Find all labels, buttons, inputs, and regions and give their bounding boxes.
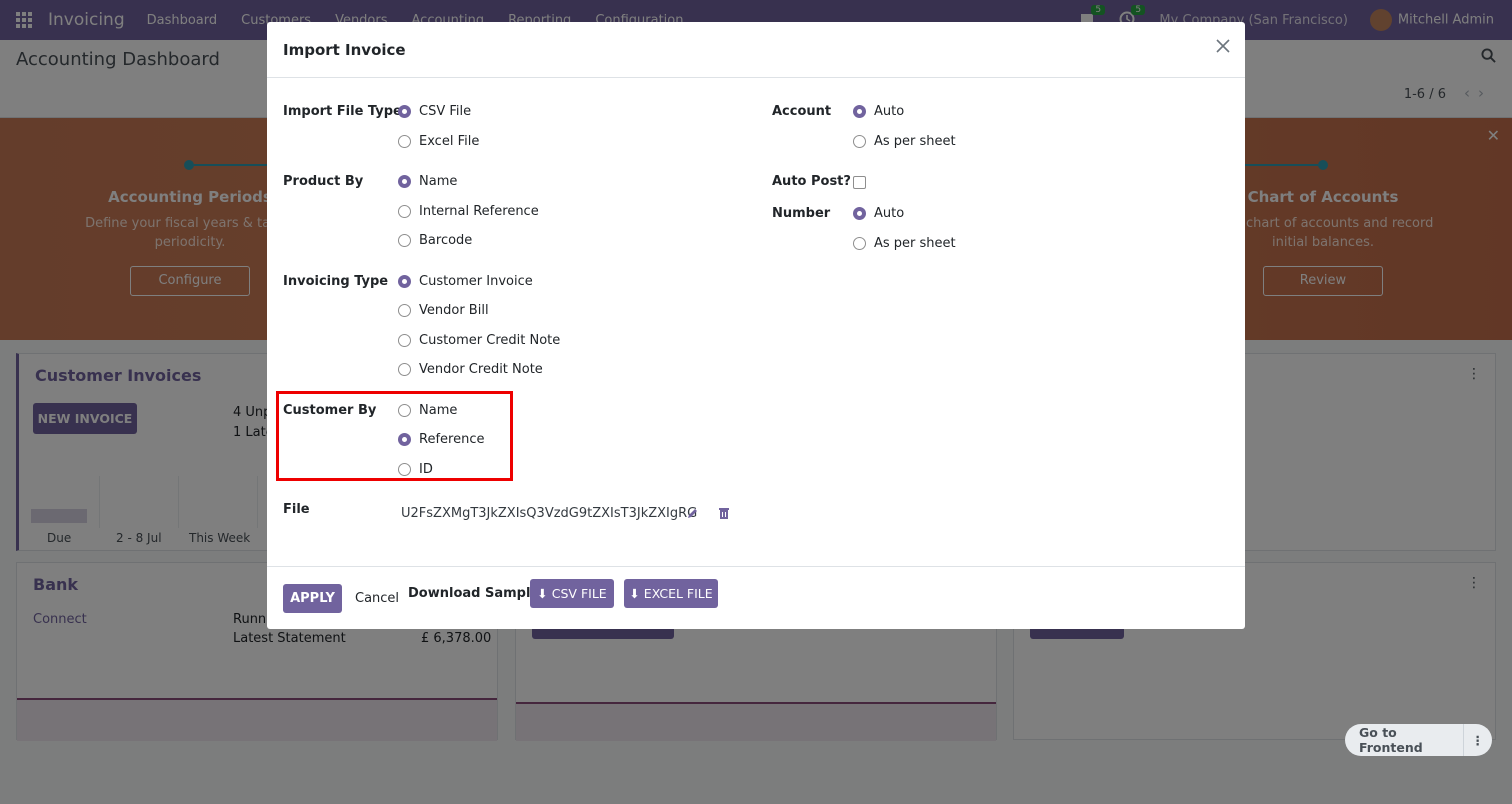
radio-product-name[interactable]: Name <box>398 174 457 189</box>
radio-icon <box>398 463 411 476</box>
radio-icon <box>398 234 411 247</box>
account-label: Account <box>772 104 832 119</box>
radio-checked-icon <box>398 433 411 446</box>
radio-icon <box>398 205 411 218</box>
radio-account-as-per-sheet[interactable]: As per sheet <box>853 134 956 149</box>
radio-customer-reference[interactable]: Reference <box>398 432 484 447</box>
radio-label: ID <box>419 462 433 477</box>
radio-icon <box>398 304 411 317</box>
radio-label: Reference <box>419 432 485 447</box>
radio-number-as-per-sheet[interactable]: As per sheet <box>853 236 956 251</box>
button-label: Go to Frontend <box>1359 725 1423 755</box>
radio-checked-icon <box>398 175 411 188</box>
radio-label: CSV File <box>419 104 472 119</box>
import-invoice-dialog: Import Invoice Import File Type CSV File… <box>267 22 1245 629</box>
download-icon: ⬇ <box>629 586 640 601</box>
radio-label: Auto <box>874 104 905 119</box>
radio-label: As per sheet <box>874 236 956 251</box>
auto-post-label: Auto Post? <box>772 174 851 189</box>
file-label: File <box>283 502 310 517</box>
modal-title: Import Invoice <box>283 41 406 59</box>
radio-customer-credit-note[interactable]: Customer Credit Note <box>398 333 560 348</box>
radio-customer-name[interactable]: Name <box>398 403 457 418</box>
radio-label: Name <box>419 174 458 189</box>
radio-label: Vendor Credit Note <box>419 362 543 377</box>
radio-icon <box>853 237 866 250</box>
product-by-label: Product By <box>283 174 364 189</box>
invoicing-type-label: Invoicing Type <box>283 274 389 289</box>
radio-vendor-bill[interactable]: Vendor Bill <box>398 303 489 318</box>
radio-icon <box>398 404 411 417</box>
customer-by-label: Customer By <box>283 403 377 418</box>
button-label: CSV FILE <box>551 586 607 601</box>
radio-label: Name <box>419 403 458 418</box>
download-icon: ⬇ <box>537 586 548 601</box>
file-name[interactable]: U2FsZXMgT3JkZXIsQ3VzdG9tZXIsT3JkZXIgRG <box>401 506 697 521</box>
radio-checked-icon <box>853 105 866 118</box>
radio-label: Barcode <box>419 233 473 248</box>
radio-vendor-credit-note[interactable]: Vendor Credit Note <box>398 362 543 377</box>
radio-icon <box>398 363 411 376</box>
radio-label: Auto <box>874 206 905 221</box>
radio-label: Customer Invoice <box>419 274 533 289</box>
csv-file-button[interactable]: ⬇ CSV FILE <box>530 579 614 608</box>
import-file-type-label: Import File Type <box>283 104 402 119</box>
number-label: Number <box>772 206 831 221</box>
radio-customer-invoice[interactable]: Customer Invoice <box>398 274 533 289</box>
radio-internal-reference[interactable]: Internal Reference <box>398 204 539 219</box>
trash-icon[interactable] <box>719 507 729 519</box>
radio-label: Internal Reference <box>419 204 539 219</box>
radio-excel-file[interactable]: Excel File <box>398 134 479 149</box>
modal-footer: APPLY Cancel Download Sample: ⬇ CSV FILE… <box>267 566 1245 629</box>
radio-label: Vendor Bill <box>419 303 489 318</box>
radio-checked-icon <box>398 105 411 118</box>
modal-header: Import Invoice <box>267 22 1245 78</box>
kebab-icon[interactable]: ⋮ <box>1462 724 1492 756</box>
auto-post-checkbox[interactable] <box>853 176 866 189</box>
radio-label: Customer Credit Note <box>419 333 561 348</box>
radio-barcode[interactable]: Barcode <box>398 233 472 248</box>
download-sample-label: Download Sample: <box>408 586 545 601</box>
radio-checked-icon <box>398 275 411 288</box>
radio-icon <box>853 135 866 148</box>
pencil-icon[interactable] <box>687 507 699 523</box>
go-to-frontend-button[interactable]: Go to Frontend ⋮ <box>1345 724 1492 756</box>
radio-checked-icon <box>853 207 866 220</box>
radio-number-auto[interactable]: Auto <box>853 206 904 221</box>
radio-label: As per sheet <box>874 134 956 149</box>
apply-button[interactable]: APPLY <box>283 584 342 613</box>
radio-icon <box>398 135 411 148</box>
radio-label: Excel File <box>419 134 480 149</box>
radio-csv-file[interactable]: CSV File <box>398 104 471 119</box>
excel-file-button[interactable]: ⬇ EXCEL FILE <box>624 579 718 608</box>
button-label: EXCEL FILE <box>643 586 713 601</box>
cancel-button[interactable]: Cancel <box>355 591 399 606</box>
radio-customer-id[interactable]: ID <box>398 462 433 477</box>
radio-icon <box>398 334 411 347</box>
radio-account-auto[interactable]: Auto <box>853 104 904 119</box>
close-icon[interactable] <box>1215 37 1231 59</box>
